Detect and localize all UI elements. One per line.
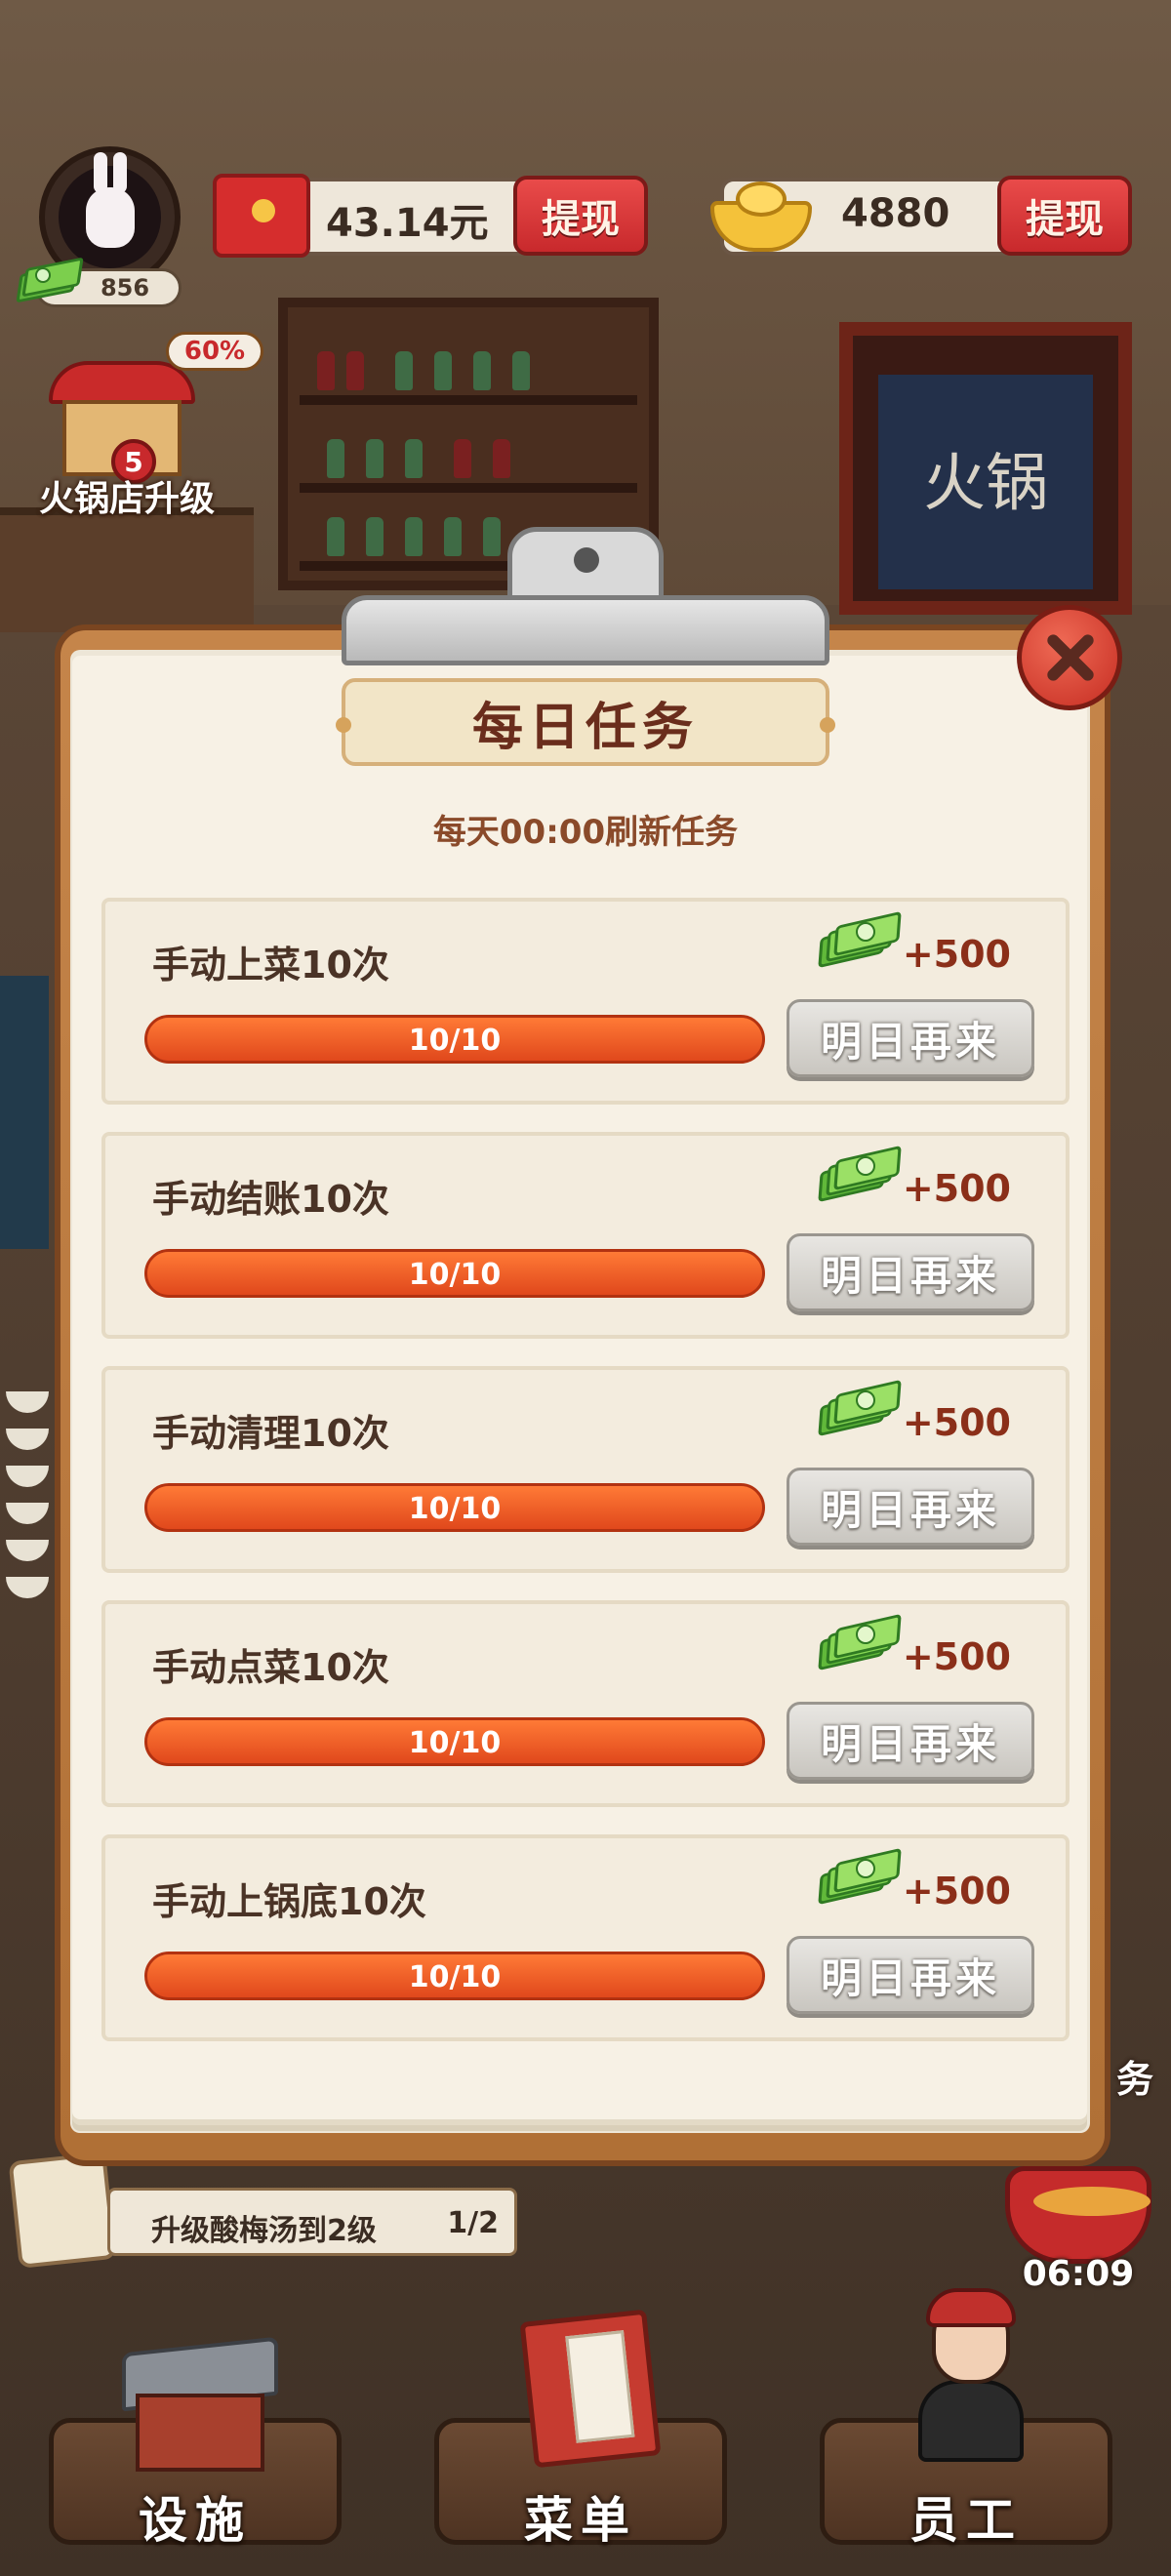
cash-icon	[818, 1379, 902, 1447]
kitchen-doorway: 火锅	[839, 322, 1132, 615]
modal-title: 每日任务	[471, 698, 699, 757]
quest-bar: 升级酸梅汤到2级 1/2	[107, 2188, 517, 2256]
task-name: 手动清理10次	[152, 1412, 389, 1455]
come-back-tomorrow-button[interactable]: 明日再来	[787, 1702, 1034, 1780]
come-back-tomorrow-button[interactable]: 明日再来	[787, 999, 1034, 1077]
nav-staff-button[interactable]: 员工	[820, 2288, 1112, 2549]
task-card: 手动清理10次 +500 10/10 明日再来	[101, 1366, 1070, 1573]
menu-book-icon	[519, 2309, 662, 2469]
gold-bar: 4880 提现	[710, 176, 1132, 256]
countdown-timer: 06:09	[1022, 2254, 1135, 2294]
progress-text: 10/10	[408, 1960, 502, 1994]
reward-amount: +500	[902, 1870, 1011, 1912]
door-curtain: 火锅	[878, 375, 1093, 589]
task-card: 手动点菜10次 +500 10/10 明日再来	[101, 1600, 1070, 1807]
nav-staff-label: 员工	[909, 2492, 1023, 2549]
curtain-text: 火锅	[923, 448, 1048, 520]
cash-icon	[818, 1145, 902, 1213]
close-icon	[1043, 631, 1096, 684]
cash-icon	[16, 257, 84, 303]
task-progress-bar: 10/10	[144, 1717, 765, 1766]
progress-text: 10/10	[408, 1492, 502, 1526]
task-name: 手动上锅底10次	[152, 1880, 426, 1923]
restaurant-upgrade-widget[interactable]: 60% 5 火锅店升级	[20, 332, 263, 527]
avatar-cash-value: 856	[100, 274, 150, 302]
gold-ingot-icon	[710, 178, 812, 254]
task-reward: +500	[818, 1847, 1011, 1918]
task-reward: +500	[818, 1145, 1011, 1216]
task-progress-bar: 10/10	[144, 1015, 765, 1064]
progress-text: 10/10	[408, 1726, 502, 1760]
task-progress-bar: 10/10	[144, 1249, 765, 1298]
task-card: 手动上菜10次 +500 10/10 明日再来	[101, 898, 1070, 1105]
staff-icon	[912, 2288, 1030, 2462]
withdraw-cash-button[interactable]: 提现	[513, 176, 648, 256]
cash-icon	[818, 910, 902, 979]
come-back-tomorrow-button[interactable]: 明日再来	[787, 1233, 1034, 1311]
close-button[interactable]	[1017, 605, 1122, 710]
nav-menu-button[interactable]: 菜单	[434, 2309, 727, 2549]
balance-value: 43.14元	[326, 201, 489, 246]
reward-amount: +500	[902, 1167, 1011, 1210]
upgrade-percent: 60%	[166, 332, 263, 371]
nav-menu-label: 菜单	[524, 2492, 637, 2549]
side-wall-panel	[0, 976, 49, 1249]
balance-bar: 43.14元 提现	[213, 174, 648, 258]
current-quest[interactable]: 升级酸梅汤到2级 1/2	[8, 2152, 517, 2269]
task-card: 手动结账10次 +500 10/10 明日再来	[101, 1132, 1070, 1339]
title-banner: 每日任务	[336, 678, 835, 766]
quest-text: 升级酸梅汤到2级	[151, 2214, 377, 2248]
task-reward: +500	[818, 910, 1011, 982]
task-reward: +500	[818, 1613, 1011, 1684]
facility-icon	[122, 2336, 278, 2472]
cash-icon	[818, 1613, 902, 1681]
quest-count: 1/2	[447, 2206, 499, 2240]
come-back-tomorrow-button[interactable]: 明日再来	[787, 1936, 1034, 2014]
red-envelope-icon	[213, 174, 310, 258]
refresh-note: 每天00:00刷新任务	[432, 813, 739, 852]
task-name: 手动结账10次	[152, 1178, 389, 1221]
gold-value: 4880	[841, 191, 950, 236]
task-progress-bar: 10/10	[144, 1483, 765, 1532]
progress-text: 10/10	[408, 1258, 502, 1292]
task-name: 手动上菜10次	[152, 944, 389, 986]
come-back-tomorrow-button[interactable]: 明日再来	[787, 1468, 1034, 1546]
side-task-label: 务	[1116, 2058, 1154, 2101]
rabbit-avatar-icon	[59, 151, 161, 268]
upgrade-label: 火锅店升级	[38, 479, 215, 519]
bowl-stack	[0, 1376, 59, 1688]
clipboard-clip	[342, 527, 829, 665]
withdraw-gold-button[interactable]: 提现	[997, 176, 1132, 256]
nav-facility-button[interactable]: 设施	[49, 2336, 342, 2549]
cash-icon	[818, 1847, 902, 1915]
progress-text: 10/10	[408, 1024, 502, 1058]
reward-amount: +500	[902, 1635, 1011, 1678]
scroll-icon	[8, 2152, 117, 2269]
task-name: 手动点菜10次	[152, 1646, 389, 1689]
task-card: 手动上锅底10次 +500 10/10 明日再来	[101, 1834, 1070, 2041]
reward-amount: +500	[902, 933, 1011, 976]
nav-facility-label: 设施	[139, 2492, 252, 2549]
reward-amount: +500	[902, 1401, 1011, 1444]
task-reward: +500	[818, 1379, 1011, 1450]
task-progress-bar: 10/10	[144, 1952, 765, 2000]
